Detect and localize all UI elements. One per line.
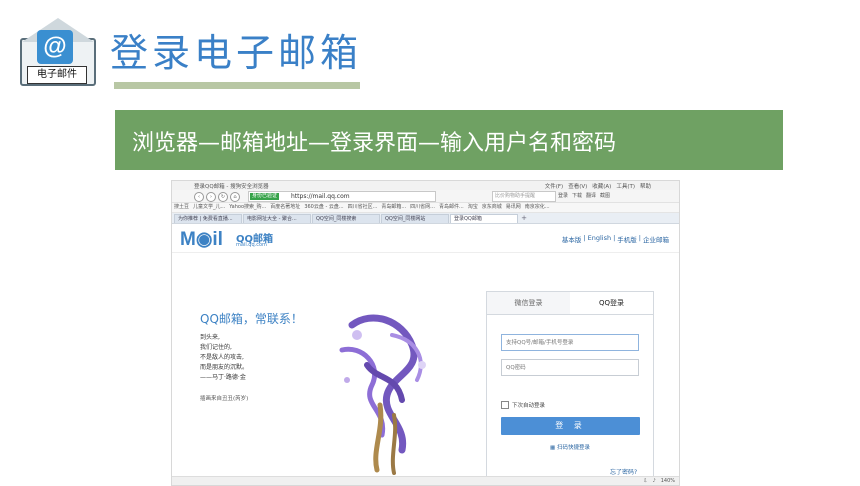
home-icon[interactable]: ⌂ <box>230 192 240 202</box>
qqmail-logo[interactable]: M◉il <box>180 228 223 251</box>
link-mobile-version[interactable]: 手机版 <box>617 234 637 244</box>
forward-icon[interactable]: › <box>206 192 216 202</box>
browser-toolbar: ‹ › ↻ ⌂ 身份已验证 https://mail.qq.com 比价购物助手… <box>172 190 679 203</box>
bookmark-item[interactable]: 青岛邮件... <box>439 203 464 212</box>
bookmark-item[interactable]: 南京宗化... <box>525 203 550 212</box>
password-input[interactable] <box>501 359 639 376</box>
qqmail-slogan: QQ邮箱，常联系！ <box>200 312 303 326</box>
link-separator: | <box>583 234 586 242</box>
quote-line: 而是朋友的沉默。 <box>200 364 249 371</box>
refresh-icon[interactable]: ↻ <box>218 192 228 202</box>
quote-line: 不是敌人的攻击, <box>200 354 244 361</box>
login-button[interactable]: 登 录 <box>501 417 640 435</box>
login-panel: 微信登录 QQ登录 下次自动登录 登 录 ▦ 扫码快捷登录 <box>486 291 654 485</box>
window-title: 登录QQ邮箱 - 搜狗安全浏览器 <box>194 184 269 190</box>
account-input[interactable] <box>501 334 639 351</box>
qqmail-main: QQ邮箱，常联系！ 到头来, 我们记住的, 不是敌人的攻击, 而是朋友的沉默。 … <box>172 253 679 485</box>
toolbar-login[interactable]: 登录 <box>558 192 568 199</box>
menu-item-help[interactable]: 帮助 <box>640 182 651 190</box>
menu-item-view[interactable]: 查看(V) <box>568 182 587 190</box>
speaker-icon[interactable]: ♪ <box>653 478 656 484</box>
back-icon[interactable]: ‹ <box>194 192 204 202</box>
address-url: https://mail.qq.com <box>291 193 350 200</box>
at-sign-icon: @ <box>37 30 73 64</box>
illustration-credit: 插画来自丑丑(芮岁) <box>200 396 249 402</box>
statusbar-right: ⇩ ♪ 140% <box>643 478 675 484</box>
qqmail-logo-domain: mail.qq.com <box>236 242 267 248</box>
download-icon[interactable]: ⇩ <box>643 478 647 484</box>
auto-login-label: 下次自动登录 <box>512 403 546 409</box>
tab-qq-login[interactable]: QQ登录 <box>570 292 653 314</box>
browser-titlebar: 登录QQ邮箱 - 搜狗安全浏览器 文件(F) 查看(V) 收藏(A) 工具(T)… <box>172 181 679 190</box>
qqmail-quote: 到头来, 我们记住的, 不是敌人的攻击, 而是朋友的沉默。 ——马丁·路德·金 <box>200 333 248 383</box>
link-enterprise-mail[interactable]: 企业邮箱 <box>643 234 669 244</box>
bookmark-item[interactable]: Yahoo搜索_购... <box>229 203 266 212</box>
browser-menu: 文件(F) 查看(V) 收藏(A) 工具(T) 帮助 <box>545 182 651 190</box>
qqmail-header: M◉il QQ邮箱 mail.qq.com 基本版 | English | 手机… <box>172 224 679 253</box>
login-tabs: 微信登录 QQ登录 <box>487 292 653 315</box>
title-underline <box>114 82 360 89</box>
bookmark-item[interactable]: 搜土豆 <box>174 203 189 212</box>
browser-tabs: 为你推荐 | 免费看直播... 电影网址大全 - 聚合... QQ空间_同楼搜索… <box>172 213 679 224</box>
browser-tab-active[interactable]: 登录QQ邮箱 <box>450 214 518 223</box>
browser-tab[interactable]: QQ空间_同楼网站 <box>381 214 449 223</box>
bookmark-item[interactable]: 京东商城 <box>482 203 502 212</box>
bookmark-item[interactable]: 四川省社区... <box>348 203 378 212</box>
qr-login-label: 扫码快捷登录 <box>556 445 590 451</box>
ink-illustration <box>339 314 426 475</box>
browser-tab[interactable]: QQ空间_同楼搜索 <box>312 214 380 223</box>
qr-login-link[interactable]: ▦ 扫码快捷登录 <box>487 443 653 451</box>
forgot-password-link[interactable]: 忘了密码? <box>610 467 637 476</box>
toolbar-translate[interactable]: 翻译 <box>586 192 596 199</box>
bookmarks-bar: 搜土豆 儿童文学_儿... Yahoo搜索_购... 百度名著地址 360云盘 … <box>172 203 679 213</box>
menu-item-favorites[interactable]: 收藏(A) <box>592 182 611 190</box>
toolbar-right-group: 登录 下载 翻译 截图 <box>558 192 610 199</box>
bookmark-item[interactable]: 淘宝 <box>468 203 478 212</box>
qr-code-icon: ▦ <box>550 445 557 451</box>
quote-line: 到头来, <box>200 334 220 341</box>
slide-title: 登录电子邮箱 <box>110 31 363 75</box>
secure-badge: 身份已验证 <box>250 193 280 200</box>
quote-line: 我们记住的, <box>200 344 232 351</box>
toolbar-download[interactable]: 下载 <box>572 192 582 199</box>
link-basic-version[interactable]: 基本版 <box>562 234 582 244</box>
quote-line: ——马丁·路德·金 <box>200 374 246 381</box>
menu-item-file[interactable]: 文件(F) <box>545 182 563 190</box>
bookmark-item[interactable]: 四川省网... <box>410 203 435 212</box>
auto-login-option[interactable]: 下次自动登录 <box>501 401 545 409</box>
qqmail-top-links: 基本版 | English | 手机版 | 企业邮箱 <box>562 234 669 244</box>
email-icon-label: 电子邮件 <box>27 66 87 84</box>
link-separator: | <box>638 234 641 242</box>
bookmark-item[interactable]: 百度名著地址 <box>270 203 300 212</box>
email-envelope-icon: @ 电子邮件 <box>18 16 96 86</box>
bookmark-item[interactable]: 易讯网 <box>506 203 521 212</box>
tab-wechat-login[interactable]: 微信登录 <box>487 292 570 314</box>
browser-tab[interactable]: 为你推荐 | 免费看直播... <box>174 214 242 223</box>
auto-login-checkbox[interactable] <box>501 401 509 409</box>
steps-banner: 浏览器—邮箱地址—登录界面—输入用户名和密码 <box>115 110 783 170</box>
bookmark-item[interactable]: 青岛邮箱... <box>381 203 406 212</box>
address-bar[interactable]: 身份已验证 https://mail.qq.com <box>248 191 436 202</box>
new-tab-icon[interactable]: + <box>519 214 529 223</box>
bookmark-item[interactable]: 360云盘 - 云盘... <box>304 203 343 212</box>
link-separator: | <box>613 234 616 242</box>
toolbar-screenshot[interactable]: 截图 <box>600 192 610 199</box>
steps-banner-text: 浏览器—邮箱地址—登录界面—输入用户名和密码 <box>132 131 617 156</box>
link-english[interactable]: English <box>588 234 611 244</box>
browser-window: 登录QQ邮箱 - 搜狗安全浏览器 文件(F) 查看(V) 收藏(A) 工具(T)… <box>171 180 680 486</box>
bookmark-item[interactable]: 儿童文学_儿... <box>193 203 225 212</box>
menu-item-tools[interactable]: 工具(T) <box>616 182 635 190</box>
zoom-level[interactable]: 140% <box>661 478 675 484</box>
browser-tab[interactable]: 电影网址大全 - 聚合... <box>243 214 311 223</box>
browser-search-input[interactable]: 比价购物助手提醒 <box>492 191 556 202</box>
